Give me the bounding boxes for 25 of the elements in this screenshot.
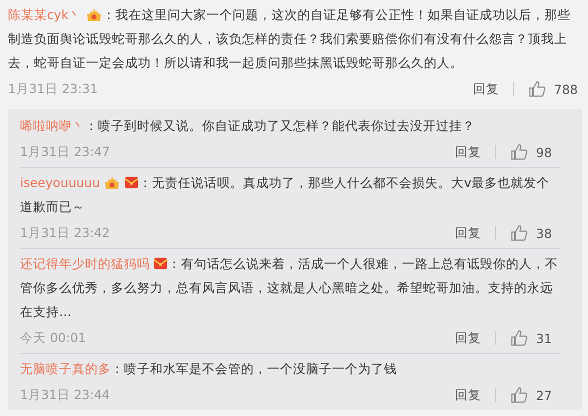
- thumbs-up-icon[interactable]: [510, 329, 528, 347]
- comment-text: 还记得年少时的猛犸吗 ：有句话怎么说来着，活成一个人很难，一路上总有诋毁你的人，不管你多么优秀，多么努力，总有风言风语，这就是人心黑暗之处。希望蛇哥加油。支持的永远在支持…: [20, 255, 559, 321]
- like-count: 98: [536, 144, 553, 160]
- reply-link[interactable]: 回复: [455, 330, 481, 346]
- reply-link[interactable]: 回复: [455, 144, 481, 160]
- comment-text: iseeyouuuuu ：无责任说话呗。真成功了，那些人什么都不会损失。大v最多也就发个道歉而已～: [20, 173, 550, 216]
- like-count: 38: [536, 226, 553, 240]
- timestamp: 1月31日 23:44: [20, 386, 110, 404]
- timestamp: 1月31日 23:42: [20, 224, 110, 242]
- thumbs-up-icon[interactable]: [510, 386, 528, 404]
- like-count: 788: [554, 82, 578, 96]
- reply-link[interactable]: 回复: [455, 386, 481, 404]
- thumbs-up-icon[interactable]: [510, 143, 528, 161]
- reply-link[interactable]: 回复: [473, 80, 499, 98]
- comment-text: 无脑喷子真的多：喷子和水军是不会管的，一个没脑子一个为了钱: [20, 360, 398, 378]
- timestamp: 1月31日 23:31: [8, 80, 98, 98]
- comment-text: 唏啦呐咿丶：喷子到时候又说。你自证成功了又怎样？能代表你过去没开过挂？: [20, 117, 476, 135]
- comment-text: 陈某某cyk丶 ：我在这里问大家一个问题，这次的自证足够有公正性！如果自证成功以后，那些制造负面舆论诋毁蛇哥那么久的人，该负怎样的责任？我们索要赔偿你们有没有什么怨言？顶我上去，蛇哥自证一定会成功！所以请和我一起质问那些抹黑诋毁蛇哥那么久的人。: [8, 5, 572, 72]
- timestamp: 1月31日 23:47: [20, 144, 110, 160]
- thumbs-up-icon[interactable]: [510, 224, 528, 242]
- like-count: 27: [536, 388, 553, 402]
- reply-link[interactable]: 回复: [455, 224, 481, 242]
- timestamp: 今天 00:01: [20, 330, 86, 346]
- like-count: 31: [536, 330, 553, 346]
- thumbs-up-icon[interactable]: [528, 80, 546, 98]
